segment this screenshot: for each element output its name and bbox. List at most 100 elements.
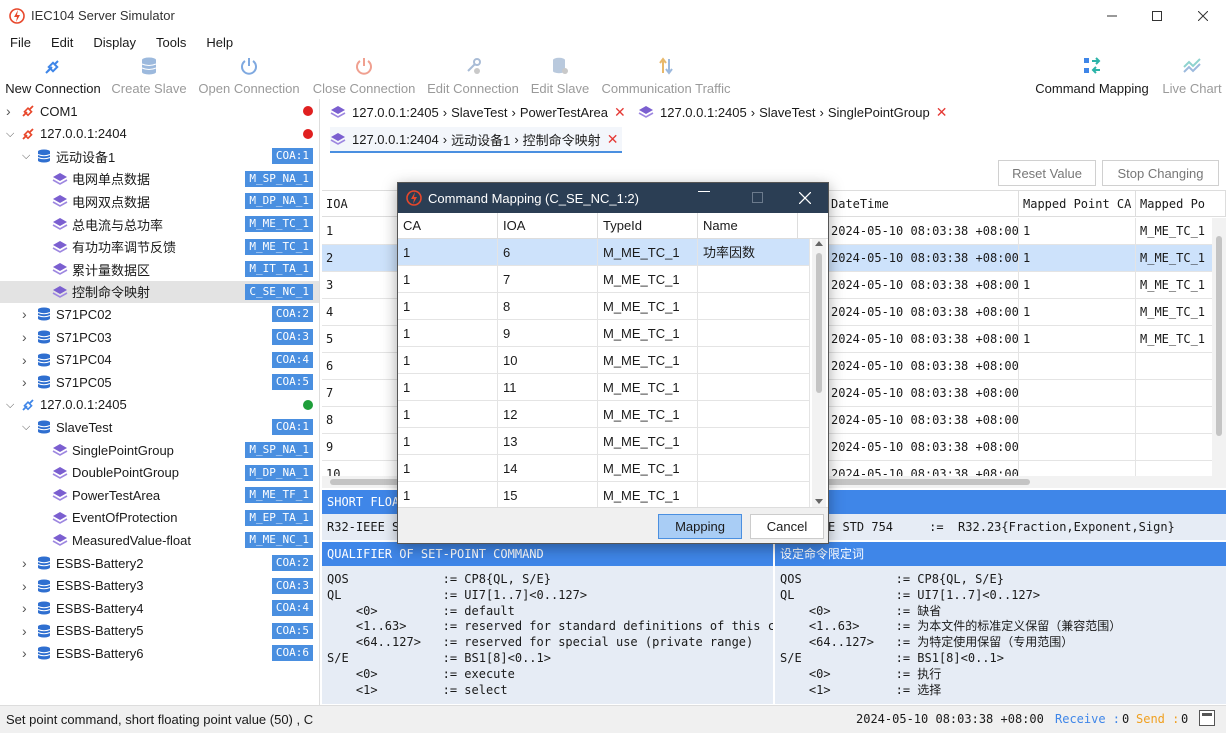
tree-item[interactable]: ⌵ 127.0.0.1:2404	[0, 123, 319, 145]
tree-item[interactable]: › S71PC03 COA:3	[0, 326, 319, 348]
command-mapping-button[interactable]: Command Mapping	[1032, 52, 1152, 98]
tab-control-command-mapping[interactable]: 127.0.0.1:2404 › 远动设备1 › 控制命令映射 ✕	[330, 127, 622, 153]
tree-item[interactable]: 总电流与总功率 M_ME_TC_1	[0, 213, 319, 235]
tree-item[interactable]: › ESBS-Battery3 COA:3	[0, 575, 319, 597]
edit-connection-button[interactable]: Edit Connection	[424, 52, 522, 98]
menu-edit[interactable]: Edit	[41, 35, 83, 50]
tree-item[interactable]: › ESBS-Battery2 COA:2	[0, 552, 319, 574]
close-connection-button[interactable]: Close Connection	[311, 52, 417, 98]
new-connection-button[interactable]: New Connection	[4, 52, 102, 98]
mapping-button[interactable]: Mapping	[658, 514, 742, 539]
chevron-down-icon[interactable]: ⌵	[22, 422, 32, 433]
dialog-minimize-icon[interactable]	[698, 191, 710, 192]
terminal-toggle[interactable]	[1199, 710, 1215, 726]
chevron-right-icon[interactable]: ›	[22, 375, 32, 389]
tree-item[interactable]: DoublePointGroup M_DP_NA_1	[0, 462, 319, 484]
close-tab-icon[interactable]: ✕	[614, 104, 626, 121]
chevron-right-icon[interactable]: ›	[22, 330, 32, 344]
chevron-right-icon[interactable]: ›	[22, 556, 32, 570]
dlg-col-typeid[interactable]: TypeId	[598, 213, 698, 239]
col-header-datetime[interactable]: DateTime	[827, 191, 1019, 217]
col-header-mapped-type[interactable]: Mapped Po	[1136, 191, 1226, 217]
tree-item[interactable]: › S71PC04 COA:4	[0, 349, 319, 371]
mapping-cell-name	[698, 401, 810, 428]
mapping-row[interactable]: 1 8 M_ME_TC_1	[398, 293, 810, 320]
dlg-col-name[interactable]: Name	[698, 213, 798, 239]
status-dot	[303, 128, 313, 139]
chevron-right-icon[interactable]: ›	[22, 307, 32, 321]
create-slave-button[interactable]: Create Slave	[111, 52, 187, 98]
tree-item[interactable]: 控制命令映射 C_SE_NC_1	[0, 280, 319, 303]
chevron-down-icon[interactable]: ⌵	[22, 151, 32, 162]
dlg-vscroll-thumb[interactable]	[816, 253, 822, 393]
tree-item[interactable]: › ESBS-Battery4 COA:4	[0, 597, 319, 619]
chevron-right-icon[interactable]: ›	[22, 624, 32, 638]
mapping-row[interactable]: 1 12 M_ME_TC_1	[398, 401, 810, 428]
mapping-row[interactable]: 1 15 M_ME_TC_1	[398, 482, 810, 507]
type-badge: COA:5	[271, 374, 313, 391]
chevron-down-icon[interactable]: ⌵	[6, 399, 16, 410]
tree-item[interactable]: › COM1	[0, 100, 319, 122]
open-connection-button[interactable]: Open Connection	[196, 52, 302, 98]
mapping-row[interactable]: 1 11 M_ME_TC_1	[398, 374, 810, 401]
tree-item[interactable]: › ESBS-Battery6 COA:6	[0, 642, 319, 664]
tree-item[interactable]: 电网单点数据 M_SP_NA_1	[0, 168, 319, 190]
close-window-button[interactable]	[1180, 0, 1226, 31]
mapping-cell-ca: 1	[398, 239, 498, 266]
dialog-close-icon[interactable]	[799, 192, 811, 204]
mapping-row[interactable]: 1 6 M_ME_TC_1 功率因数	[398, 239, 810, 266]
menu-display[interactable]: Display	[83, 35, 146, 50]
menu-file[interactable]: File	[0, 35, 41, 50]
maximize-button[interactable]	[1134, 0, 1180, 31]
minimize-button[interactable]	[1089, 0, 1135, 31]
menu-tools[interactable]: Tools	[146, 35, 196, 50]
tree-item[interactable]: › S71PC02 COA:2	[0, 303, 319, 325]
tree-item[interactable]: 累计量数据区 M_IT_TA_1	[0, 258, 319, 280]
scroll-down-icon[interactable]	[815, 499, 823, 504]
tree-item[interactable]: 有功功率调节反馈 M_ME_TC_1	[0, 236, 319, 258]
grid-vscroll-thumb[interactable]	[1216, 236, 1222, 436]
reset-value-button[interactable]: Reset Value	[998, 160, 1096, 186]
tree-item[interactable]: MeasuredValue-float M_ME_NC_1	[0, 529, 319, 551]
tree-item[interactable]: ⌵ 127.0.0.1:2405	[0, 394, 319, 416]
close-tab-icon[interactable]: ✕	[936, 104, 948, 121]
scroll-up-icon[interactable]	[815, 241, 823, 246]
col-header-mapped-ca[interactable]: Mapped Point CA	[1019, 191, 1136, 217]
communication-traffic-button[interactable]: Communication Traffic	[600, 52, 732, 98]
dlg-vscrollbar[interactable]	[812, 239, 826, 507]
menu-help[interactable]: Help	[196, 35, 243, 50]
mapping-row[interactable]: 1 9 M_ME_TC_1	[398, 320, 810, 347]
dlg-col-ioa[interactable]: IOA	[498, 213, 598, 239]
tree-item[interactable]: EventOfProtection M_EP_TA_1	[0, 507, 319, 529]
tree-item[interactable]: PowerTestArea M_ME_TF_1	[0, 484, 319, 506]
tree-item[interactable]: ⌵ 远动设备1 COA:1	[0, 145, 319, 167]
chevron-right-icon[interactable]: ›	[22, 601, 32, 615]
mapping-cell-ioa: 6	[498, 239, 598, 266]
tree-item[interactable]: › ESBS-Battery5 COA:5	[0, 620, 319, 642]
mapping-row[interactable]: 1 7 M_ME_TC_1	[398, 266, 810, 293]
mapping-row[interactable]: 1 10 M_ME_TC_1	[398, 347, 810, 374]
mapping-row[interactable]: 1 13 M_ME_TC_1	[398, 428, 810, 455]
tree-item[interactable]: ⌵ SlaveTest COA:1	[0, 416, 319, 438]
chevron-right-icon[interactable]: ›	[22, 646, 32, 660]
chevron-down-icon[interactable]: ⌵	[6, 128, 16, 139]
edit-slave-button[interactable]: Edit Slave	[528, 52, 592, 98]
tab-singlepointgroup[interactable]: 127.0.0.1:2405 › SlaveTest › SinglePointGr…	[638, 99, 947, 125]
tree-item[interactable]: 电网双点数据 M_DP_NA_1	[0, 190, 319, 212]
short-float-left: R32-IEEE S	[327, 520, 400, 534]
dlg-col-ca[interactable]: CA	[398, 213, 498, 239]
tree-item[interactable]: › S71PC05 COA:5	[0, 371, 319, 393]
chevron-right-icon[interactable]: ›	[22, 353, 32, 367]
doc-line: <1..63> := reserved for standard definit…	[327, 619, 773, 634]
chevron-right-icon[interactable]: ›	[22, 579, 32, 593]
doc-line: <64..127> := reserved for special use (p…	[327, 635, 754, 650]
mapping-row[interactable]: 1 14 M_ME_TC_1	[398, 455, 810, 482]
close-tab-icon[interactable]: ✕	[607, 131, 619, 148]
cancel-button[interactable]: Cancel	[750, 514, 824, 539]
tab-powertestarea[interactable]: 127.0.0.1:2405 › SlaveTest › PowerTestArea…	[330, 99, 626, 125]
tree-item[interactable]: SinglePointGroup M_SP_NA_1	[0, 439, 319, 461]
stop-changing-button[interactable]: Stop Changing	[1102, 160, 1219, 186]
live-chart-button[interactable]: Live Chart	[1160, 52, 1224, 98]
grid-vscrollbar[interactable]	[1212, 218, 1226, 476]
chevron-right-icon[interactable]: ›	[6, 104, 16, 118]
